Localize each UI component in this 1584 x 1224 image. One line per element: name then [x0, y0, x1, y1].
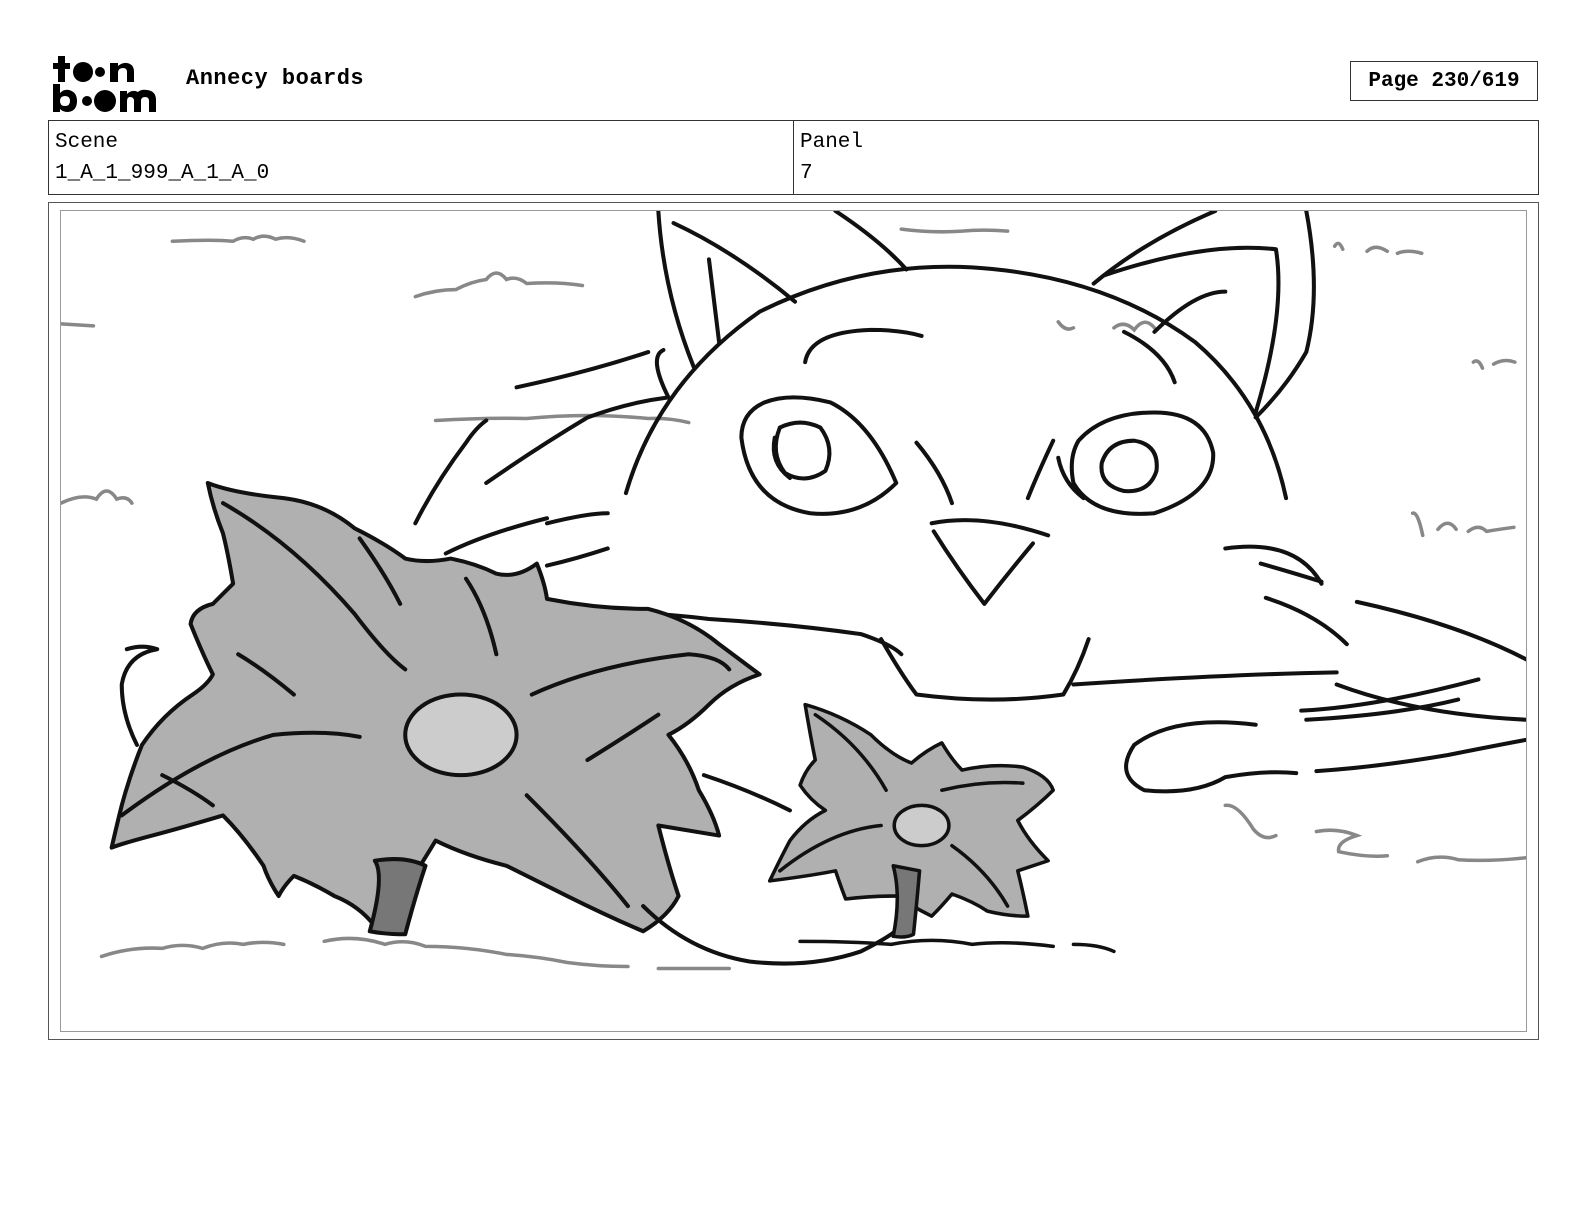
- panel-label: Panel: [800, 131, 864, 154]
- panel-cell: Panel 7: [793, 121, 1538, 194]
- panel-value: 7: [800, 162, 813, 185]
- large-flower: [109, 480, 904, 966]
- page-indicator: Page 230/619: [1350, 61, 1538, 101]
- scene-value: 1_A_1_999_A_1_A_0: [55, 162, 270, 185]
- toon-boom-logo: [50, 50, 166, 116]
- panel-artwork: [60, 210, 1527, 1032]
- scene-panel-info: Scene 1_A_1_999_A_1_A_0 Panel 7: [48, 120, 1539, 195]
- storyboard-panel: [48, 202, 1539, 1040]
- project-title: Annecy boards: [186, 66, 365, 91]
- page-label: Page 230/619: [1368, 69, 1520, 93]
- scene-label: Scene: [55, 131, 119, 154]
- small-flower: [767, 702, 1116, 954]
- scene-cell: Scene 1_A_1_999_A_1_A_0: [49, 121, 793, 194]
- sketch-canvas: [61, 211, 1526, 971]
